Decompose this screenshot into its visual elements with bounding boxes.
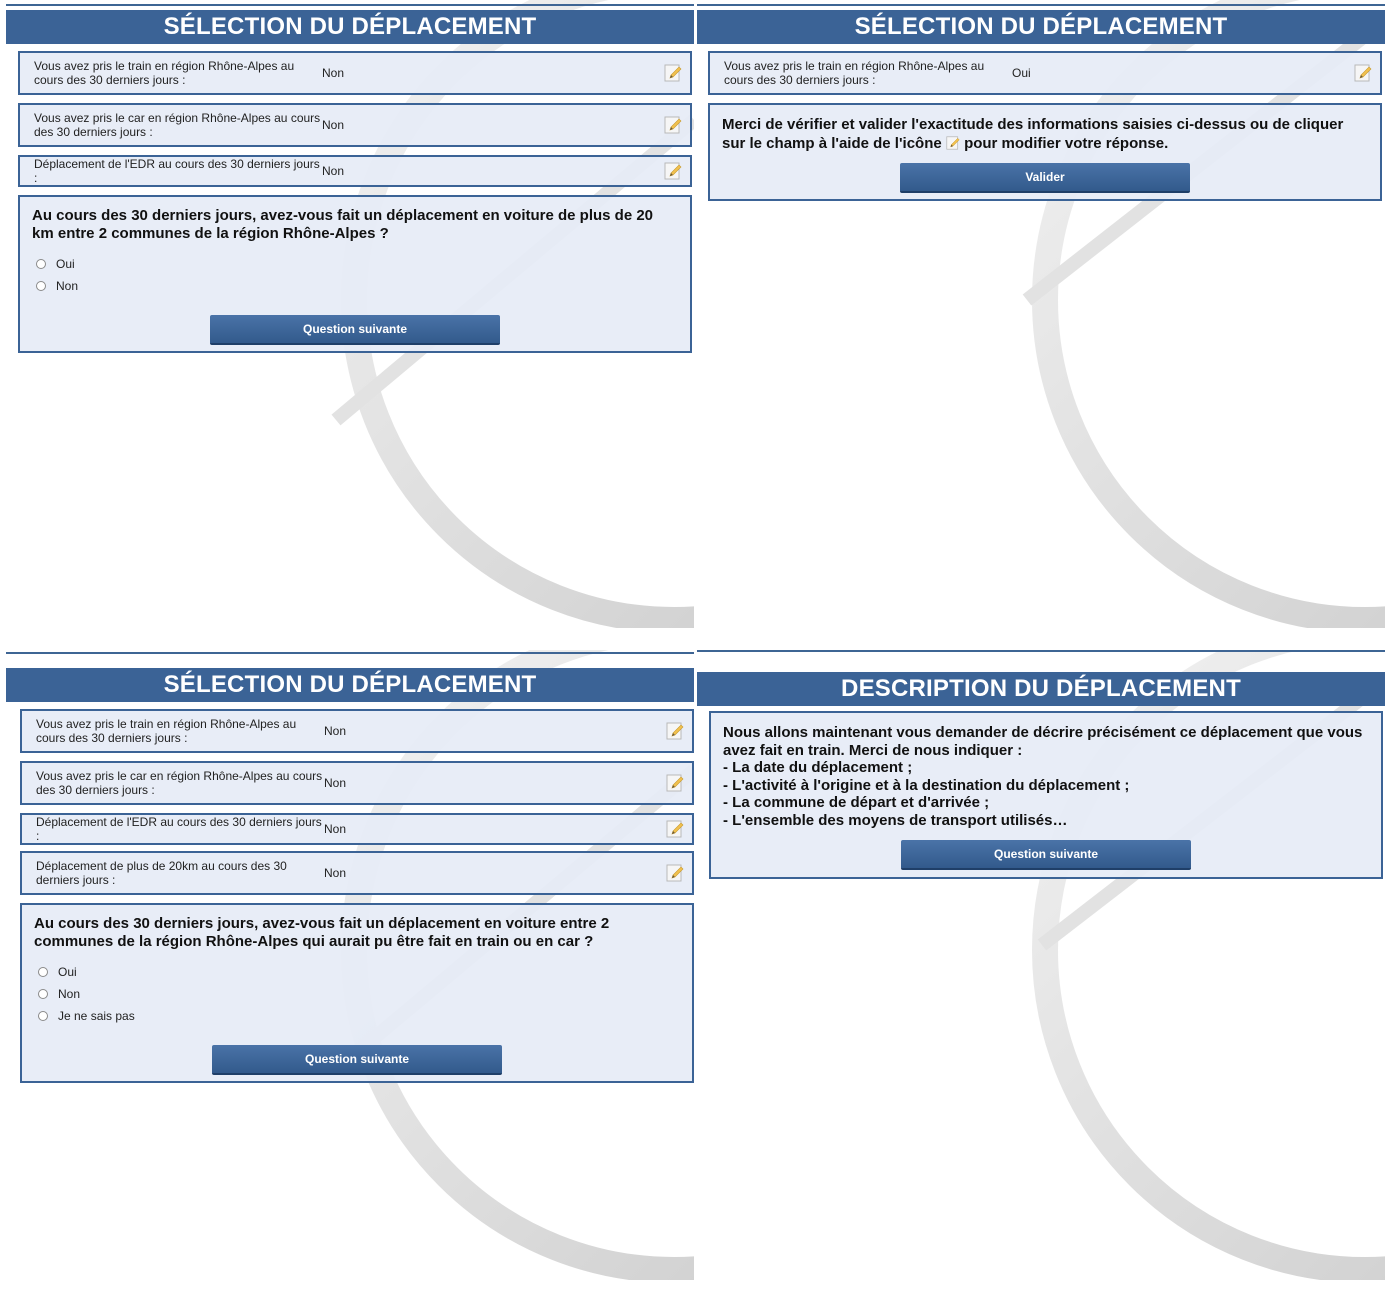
- option-label: Oui: [58, 965, 77, 979]
- page-title: DESCRIPTION DU DÉPLACEMENT: [697, 672, 1385, 706]
- summary-row-label: Déplacement de l'EDR au cours des 30 der…: [36, 815, 322, 843]
- description-item: - L'activité à l'origine et à la destina…: [723, 776, 1130, 794]
- option-label: Non: [58, 987, 81, 1001]
- panel-selection-1: SÉLECTION DU DÉPLACEMENT Vous avez pris …: [6, 0, 694, 628]
- description-item: - L'ensemble des moyens de transport uti…: [723, 811, 1068, 829]
- header-top-line: [697, 4, 1385, 6]
- summary-row-edr: Déplacement de l'EDR au cours des 30 der…: [18, 155, 692, 187]
- summary-row-label: Vous avez pris le train en région Rhône-…: [34, 59, 295, 87]
- summary-row-label: Vous avez pris le train en région Rhône-…: [36, 717, 297, 745]
- answer-options: Oui Non Je ne sais pas: [22, 951, 692, 1027]
- pencil-edit-icon[interactable]: [664, 64, 682, 82]
- summary-row-train: Vous avez pris le train en région Rhône-…: [708, 51, 1382, 95]
- question-box: Au cours des 30 derniers jours, avez-vou…: [18, 195, 692, 353]
- radio-button-icon[interactable]: [38, 989, 48, 999]
- question-box: Au cours des 30 derniers jours, avez-vou…: [20, 903, 694, 1083]
- header-top-line: [697, 650, 1385, 652]
- summary-row-value: Non: [324, 724, 347, 738]
- option-label: Non: [56, 279, 79, 293]
- pencil-edit-icon[interactable]: [664, 162, 682, 180]
- question-text: Au cours des 30 derniers jours, avez-vou…: [32, 207, 654, 242]
- summary-row-value: Non: [324, 866, 347, 880]
- summary-row-value: Non: [322, 164, 345, 178]
- panel-selection-2: SÉLECTION DU DÉPLACEMENT Vous avez pris …: [697, 0, 1385, 628]
- notice-text-end: pour modifier votre réponse.: [964, 135, 1169, 152]
- summary-row-label: Vous avez pris le car en région Rhône-Al…: [34, 111, 321, 139]
- summary-row-edr: Déplacement de l'EDR au cours des 30 der…: [20, 813, 694, 845]
- summary-row-20km: Déplacement de plus de 20km au cours des…: [20, 851, 694, 895]
- next-question-button[interactable]: Question suivante: [901, 840, 1191, 870]
- pencil-edit-icon[interactable]: [666, 722, 684, 740]
- summary-row-car: Vous avez pris le car en région Rhône-Al…: [20, 761, 694, 805]
- summary-row-car: Vous avez pris le car en région Rhône-Al…: [18, 103, 692, 147]
- summary-row-value: Non: [324, 776, 347, 790]
- header-top-line: [6, 652, 694, 654]
- radio-button-icon[interactable]: [36, 259, 46, 269]
- summary-row-label: Vous avez pris le train en région Rhône-…: [724, 59, 985, 87]
- option-label: Je ne sais pas: [58, 1009, 135, 1023]
- radio-button-icon[interactable]: [36, 281, 46, 291]
- summary-row-value: Non: [322, 66, 345, 80]
- next-question-button[interactable]: Question suivante: [212, 1045, 502, 1075]
- summary-row-label: Déplacement de plus de 20km au cours des…: [36, 859, 287, 887]
- description-item: - La date du déplacement ;: [723, 759, 913, 776]
- summary-row-label: Vous avez pris le car en région Rhône-Al…: [36, 769, 323, 797]
- summary-row-value: Non: [322, 118, 345, 132]
- validation-notice: Merci de vérifier et valider l'exactitud…: [710, 105, 1380, 153]
- pencil-edit-icon: [946, 136, 960, 150]
- option-je-ne-sais-pas[interactable]: Je ne sais pas: [38, 1005, 692, 1027]
- radio-button-icon[interactable]: [38, 967, 48, 977]
- question-text: Au cours des 30 derniers jours, avez-vou…: [34, 915, 610, 950]
- pencil-edit-icon[interactable]: [666, 820, 684, 838]
- panel-selection-3: SÉLECTION DU DÉPLACEMENT Vous avez pris …: [6, 650, 694, 1280]
- panel-description: DESCRIPTION DU DÉPLACEMENT Nous allons m…: [697, 650, 1385, 1280]
- summary-row-value: Oui: [1012, 66, 1031, 80]
- validation-box: Merci de vérifier et valider l'exactitud…: [708, 103, 1382, 201]
- validate-button[interactable]: Valider: [900, 163, 1190, 193]
- summary-row-label: Déplacement de l'EDR au cours des 30 der…: [34, 157, 320, 185]
- page-title: SÉLECTION DU DÉPLACEMENT: [6, 668, 694, 702]
- pencil-edit-icon[interactable]: [1354, 64, 1372, 82]
- option-oui[interactable]: Oui: [38, 961, 692, 983]
- description-item: - La commune de départ et d'arrivée ;: [723, 794, 990, 811]
- page-title: SÉLECTION DU DÉPLACEMENT: [697, 10, 1385, 44]
- option-non[interactable]: Non: [36, 275, 690, 297]
- option-non[interactable]: Non: [38, 983, 692, 1005]
- radio-button-icon[interactable]: [38, 1011, 48, 1021]
- header-top-line: [6, 4, 694, 6]
- pencil-edit-icon[interactable]: [666, 774, 684, 792]
- pencil-edit-icon[interactable]: [664, 116, 682, 134]
- summary-row-value: Non: [324, 822, 347, 836]
- description-box: Nous allons maintenant vous demander de …: [709, 711, 1383, 879]
- option-oui[interactable]: Oui: [36, 253, 690, 275]
- summary-row-train: Vous avez pris le train en région Rhône-…: [20, 709, 694, 753]
- pencil-edit-icon[interactable]: [666, 864, 684, 882]
- option-label: Oui: [56, 257, 75, 271]
- next-question-button[interactable]: Question suivante: [210, 315, 500, 345]
- description-intro: Nous allons maintenant vous demander de …: [723, 724, 1363, 759]
- summary-row-train: Vous avez pris le train en région Rhône-…: [18, 51, 692, 95]
- answer-options: Oui Non: [20, 243, 690, 297]
- page-title: SÉLECTION DU DÉPLACEMENT: [6, 10, 694, 44]
- description-text: Nous allons maintenant vous demander de …: [711, 713, 1381, 829]
